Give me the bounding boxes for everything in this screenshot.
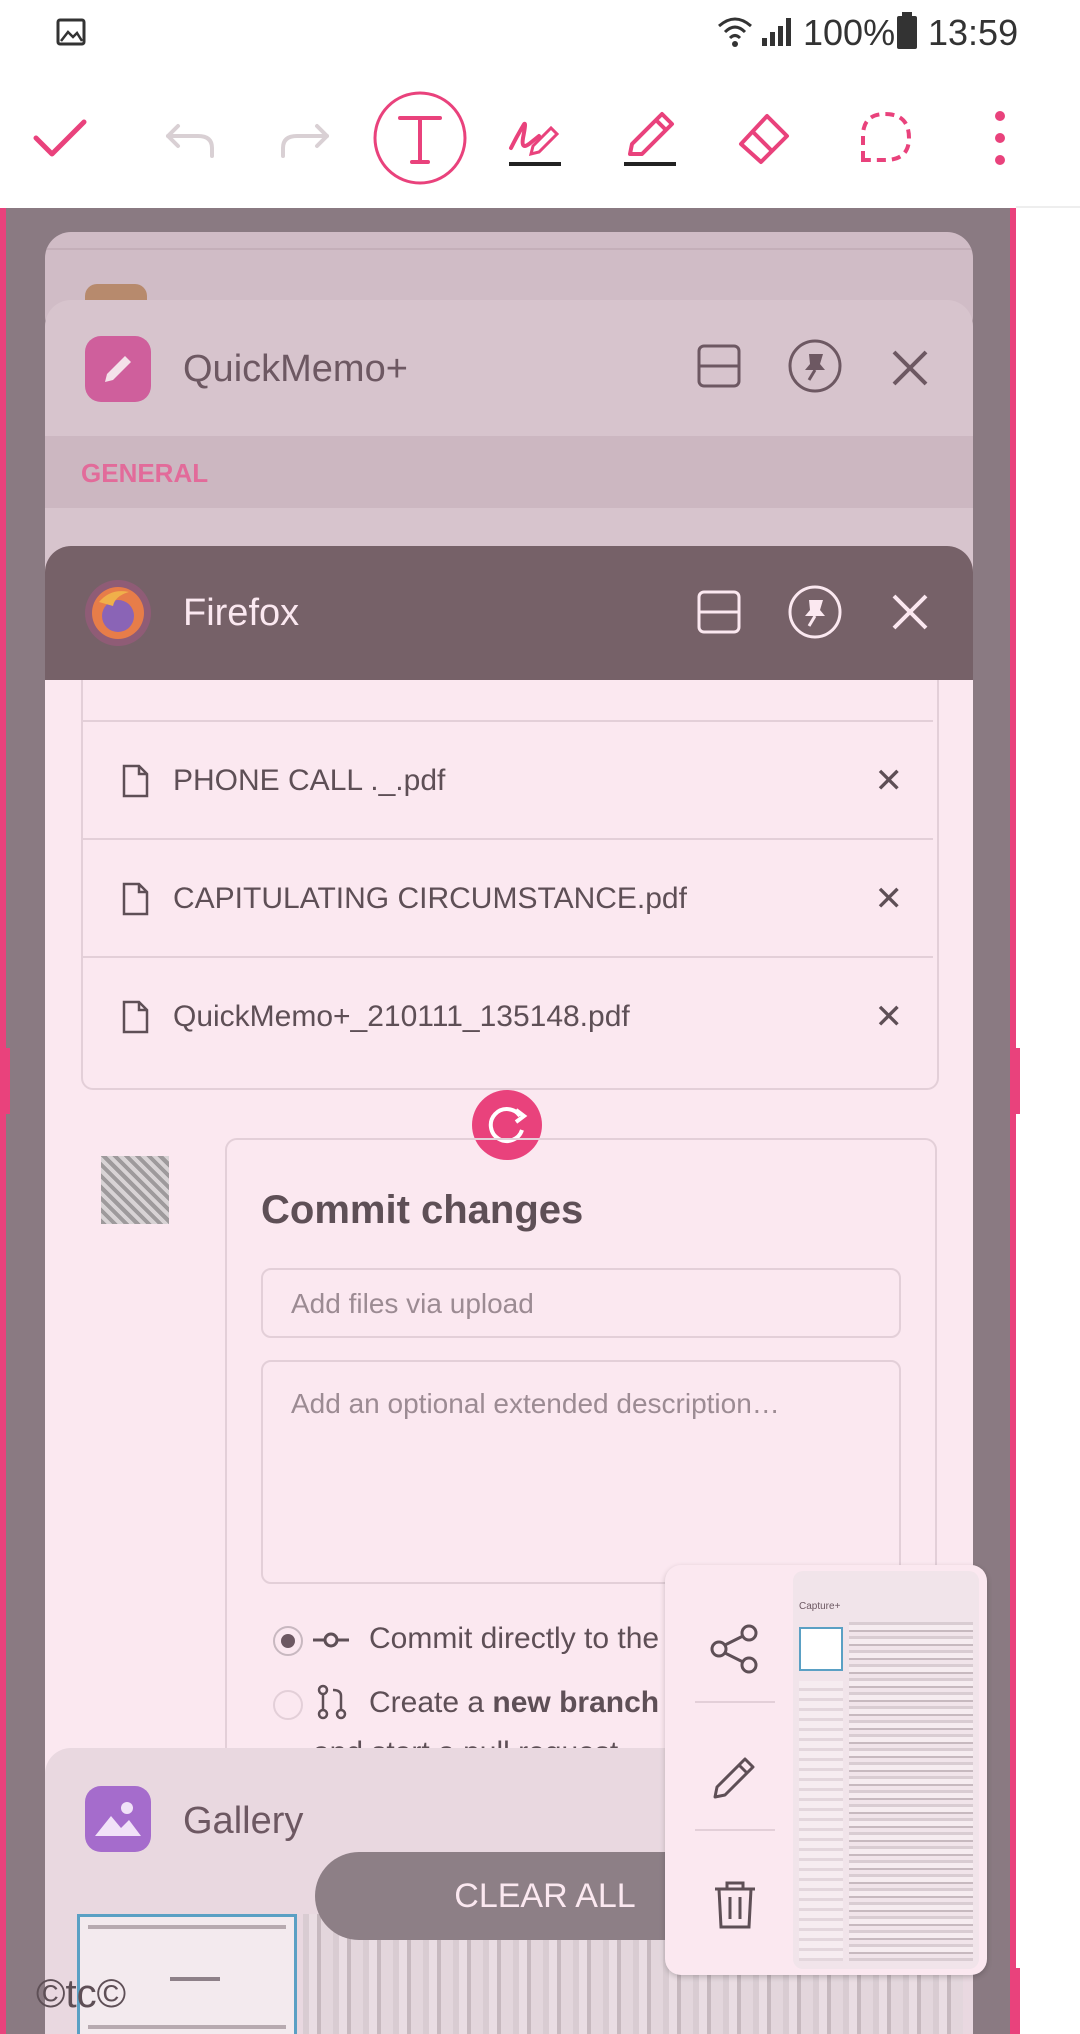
quickmemo-app-title: QuickMemo+: [183, 348, 408, 390]
firefox-app-title: Firefox: [183, 592, 300, 634]
signal-icon: [762, 18, 791, 46]
new-branch-label: Create a new branch: [369, 1686, 660, 1719]
screenshot-preview[interactable]: Capture+: [793, 1571, 979, 1969]
pencil-icon: [713, 1757, 755, 1799]
annotation-toolbar: [0, 68, 1080, 208]
share-button[interactable]: [695, 1609, 775, 1689]
file-row: CAPITULATING CIRCUMSTANCE.pdf ✕: [83, 838, 933, 958]
handwriting-tool-button[interactable]: [495, 68, 575, 208]
file-icon: [122, 882, 149, 916]
battery-icon: [897, 12, 917, 49]
handwriting-pen-icon: [509, 121, 561, 166]
commit-direct-radio[interactable]: [273, 1626, 303, 1656]
commit-icon: [313, 1632, 349, 1648]
pin-icon[interactable]: [787, 584, 843, 640]
crop-handle-corner[interactable]: [1010, 1968, 1020, 2034]
close-icon[interactable]: [890, 348, 930, 388]
pencil-icon: [624, 112, 676, 166]
crop-handle-right[interactable]: [1010, 1048, 1020, 1114]
file-icon: [122, 1000, 149, 1034]
undo-icon: [166, 124, 214, 158]
quickmemo-app-icon: [85, 336, 151, 402]
screenshot-action-panel: Capture+: [665, 1565, 987, 1975]
wifi-icon: [718, 17, 752, 47]
clock: 13:59: [928, 12, 1019, 53]
more-icon: [995, 111, 1005, 165]
text-icon: [373, 91, 467, 185]
check-icon: [33, 119, 87, 157]
file-row: PHONE CALL ._.pdf ✕: [83, 720, 933, 840]
firefox-app-icon: [85, 580, 151, 646]
lasso-tool-button[interactable]: [840, 68, 930, 208]
undo-button[interactable]: [150, 68, 230, 208]
crop-edge-left: [0, 208, 6, 2034]
remove-file-button[interactable]: ✕: [875, 997, 904, 1037]
section-label: GENERAL: [81, 458, 209, 488]
avatar: [101, 1156, 169, 1224]
done-button[interactable]: [20, 68, 100, 208]
new-branch-radio[interactable]: [273, 1690, 303, 1720]
lasso-icon: [861, 111, 912, 162]
edit-button[interactable]: [695, 1737, 775, 1817]
commit-title: Commit changes: [261, 1188, 584, 1232]
redo-button[interactable]: [265, 68, 345, 208]
eraser-icon: [739, 114, 789, 164]
remove-file-button[interactable]: ✕: [875, 761, 904, 801]
file-name: CAPITULATING CIRCUMSTANCE.pdf: [173, 882, 687, 915]
text-tool-button[interactable]: [370, 68, 470, 208]
watermark: ©tc©: [36, 1972, 127, 2016]
battery-percent: 100%: [803, 12, 896, 53]
file-row: QuickMemo+_210111_135148.pdf ✕: [83, 956, 933, 1076]
eraser-tool-button[interactable]: [725, 68, 805, 208]
file-icon: [122, 764, 149, 798]
remove-file-button[interactable]: ✕: [875, 879, 904, 919]
redo-icon: [281, 124, 329, 158]
split-screen-icon[interactable]: [695, 588, 743, 636]
split-screen-icon[interactable]: [695, 342, 743, 390]
commit-summary-input[interactable]: Add files via upload: [261, 1268, 901, 1338]
more-options-button[interactable]: [960, 68, 1040, 208]
crop-handle-left[interactable]: [0, 1048, 10, 1114]
commit-direct-label: Commit directly to the: [369, 1622, 660, 1655]
status-bar: 100% 13:59: [0, 0, 1080, 68]
preview-title: Capture+: [799, 1601, 841, 1612]
file-name: PHONE CALL ._.pdf: [173, 764, 446, 797]
crop-edge-right: [1010, 208, 1016, 2034]
share-icon: [710, 1624, 758, 1674]
commit-description-input[interactable]: Add an optional extended description…: [261, 1360, 901, 1584]
close-icon[interactable]: [890, 592, 930, 632]
image-icon: [56, 18, 86, 46]
file-name: QuickMemo+_210111_135148.pdf: [173, 1000, 630, 1033]
pin-icon[interactable]: [787, 338, 843, 394]
gallery-app-title: Gallery: [183, 1800, 304, 1842]
uploaded-files-list: PHONE CALL ._.pdf ✕ CAPITULATING CIRCUMS…: [81, 680, 939, 1090]
gallery-app-icon: [85, 1786, 151, 1852]
trash-icon: [715, 1881, 755, 1929]
delete-button[interactable]: [695, 1865, 775, 1945]
pen-tool-button[interactable]: [610, 68, 690, 208]
pull-request-icon: [317, 1684, 347, 1720]
